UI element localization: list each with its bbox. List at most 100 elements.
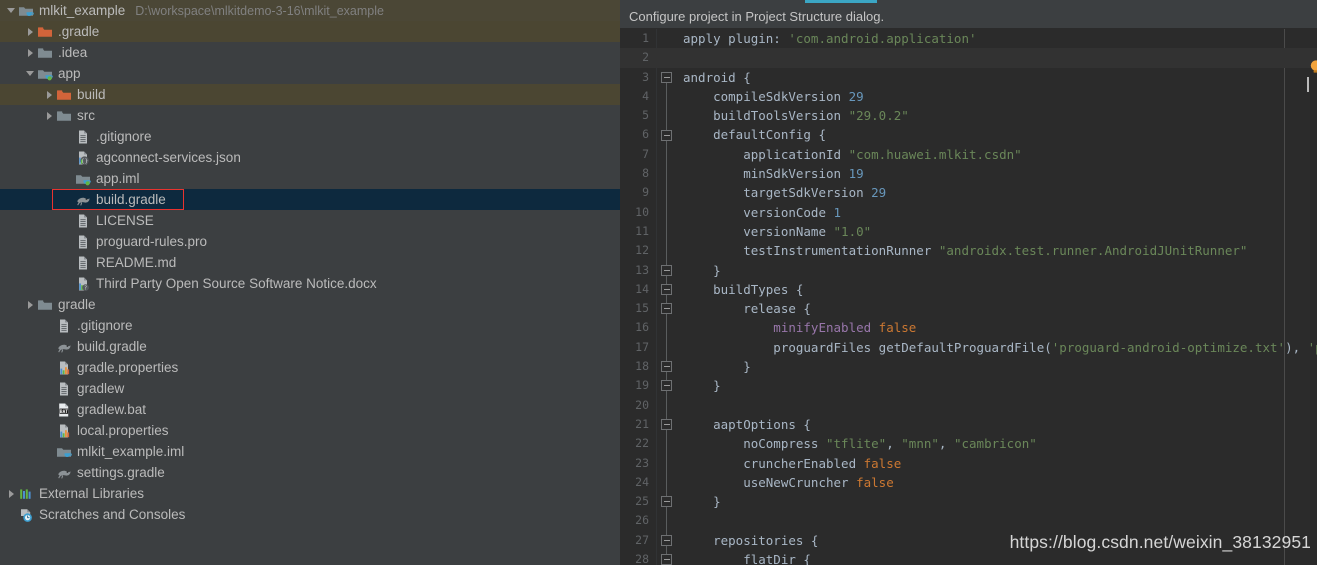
fold-marker-collapsed-icon[interactable] [661,496,672,508]
tree-row-label: gradlew [77,381,125,396]
chevron-right-icon[interactable] [24,25,37,38]
folder-icon [37,297,53,313]
fold-column[interactable] [656,48,678,67]
fold-marker-icon[interactable] [661,534,672,546]
file-text-icon [75,234,91,250]
code-token: proguardFiles getDefaultProguardFile( [683,339,1052,355]
code-line: 14 buildTypes { [620,280,1317,299]
tree-row[interactable]: gradle.properties [0,357,620,378]
tree-row[interactable]: Scratches and Consoles [0,504,620,525]
code-token: minSdkVersion [683,166,849,182]
fold-column[interactable] [656,434,678,453]
fold-marker-collapsed-icon[interactable] [661,380,672,392]
file-text-icon [75,129,91,145]
fold-column[interactable] [656,29,678,48]
fold-column[interactable] [656,241,678,260]
fold-column[interactable] [656,145,678,164]
ide-window: mlkit_example D:\workspace\mlkitdemo-3-16… [0,0,1317,565]
fold-marker-icon[interactable] [661,554,672,565]
notification-bar[interactable]: Configure project in Project Structure d… [620,4,1317,29]
tree-row[interactable]: local.properties [0,420,620,441]
fold-column[interactable] [656,473,678,492]
tree-row[interactable]: mlkit_example D:\workspace\mlkitdemo-3-16… [0,0,620,21]
tree-row[interactable]: app [0,63,620,84]
fold-spine [666,76,667,565]
fold-column[interactable] [656,222,678,241]
line-number: 19 [635,378,649,393]
fold-column[interactable] [656,511,678,530]
code-line: 21 aaptOptions { [620,415,1317,434]
code-text: flatDir { [678,550,1317,565]
tree-row[interactable]: .gradle [0,21,620,42]
chevron-down-icon[interactable] [5,4,18,17]
intention-bulb-icon[interactable] [1310,60,1317,74]
tree-row[interactable]: app.iml [0,168,620,189]
fold-column[interactable] [656,318,678,337]
tree-row[interactable]: build [0,84,620,105]
tree-row[interactable]: BAT gradlew.bat [0,399,620,420]
tree-row[interactable]: settings.gradle [0,462,620,483]
svg-text:BAT: BAT [60,408,68,414]
fold-marker-icon[interactable] [661,129,672,141]
chevron-right-icon[interactable] [5,487,18,500]
line-number: 9 [642,185,649,200]
fold-column[interactable] [656,338,678,357]
tree-row[interactable]: .gitignore [0,315,620,336]
tree-row[interactable]: mlkit_example.iml [0,441,620,462]
chevron-down-icon[interactable] [24,67,37,80]
tree-row[interactable]: LICENSE [0,210,620,231]
fold-marker-icon[interactable] [661,419,672,430]
project-tree-panel[interactable]: mlkit_example D:\workspace\mlkitdemo-3-16… [0,0,620,565]
tree-row[interactable]: {} agconnect-services.json [0,147,620,168]
fold-marker-collapsed-icon[interactable] [661,361,672,373]
tree-row[interactable]: External Libraries [0,483,620,504]
fold-column[interactable] [656,87,678,106]
code-text: compileSdkVersion 29 [678,87,1317,106]
tree-row[interactable]: proguard-rules.pro [0,231,620,252]
tree-row[interactable]: gradle [0,294,620,315]
code-text: apply plugin: 'com.android.application' [678,29,1317,48]
code-text: repositories { [678,531,1317,550]
chevron-right-icon[interactable] [24,298,37,311]
tree-row[interactable]: .gitignore [0,126,620,147]
fold-column[interactable] [656,454,678,473]
code-token: "29.0.2" [848,108,909,124]
tree-row-label: app [58,66,81,81]
fold-column[interactable] [656,183,678,202]
tree-row-label: local.properties [77,423,169,438]
fold-column[interactable] [656,164,678,183]
tree-row[interactable]: .idea [0,42,620,63]
tree-row[interactable]: build.gradle [0,189,620,210]
fold-column[interactable] [656,396,678,415]
code-line: 24 useNewCruncher false [620,473,1317,492]
chevron-right-icon[interactable] [43,88,56,101]
fold-marker-icon[interactable] [661,71,672,83]
chevron-right-icon[interactable] [24,46,37,59]
tree-row[interactable]: build.gradle [0,336,620,357]
tree-row[interactable]: src [0,105,620,126]
fold-column[interactable] [656,106,678,125]
code-editor[interactable]: 1 apply plugin: 'com.android.application'… [620,29,1317,565]
code-line: 1 apply plugin: 'com.android.application' [620,29,1317,48]
tree-row[interactable]: ? Third Party Open Source Software Notice… [0,273,620,294]
fold-marker-collapsed-icon[interactable] [661,264,672,276]
file-text-icon [75,213,91,229]
active-tab-indicator [805,0,877,3]
tree-row[interactable]: README.md [0,252,620,273]
line-number: 25 [635,494,649,509]
fold-marker-icon[interactable] [661,283,672,295]
tree-row-label: .gradle [58,24,100,39]
code-text: useNewCruncher false [678,473,1317,492]
tree-row-label: Scratches and Consoles [39,507,186,522]
line-number: 1 [642,31,649,45]
line-number: 20 [635,397,649,412]
fold-marker-icon[interactable] [661,303,672,315]
fold-column[interactable] [656,203,678,222]
tree-row[interactable]: gradlew [0,378,620,399]
chevron-right-icon[interactable] [43,109,56,122]
editor-tab-strip[interactable] [620,0,1317,4]
folder-orange-icon [56,87,72,103]
